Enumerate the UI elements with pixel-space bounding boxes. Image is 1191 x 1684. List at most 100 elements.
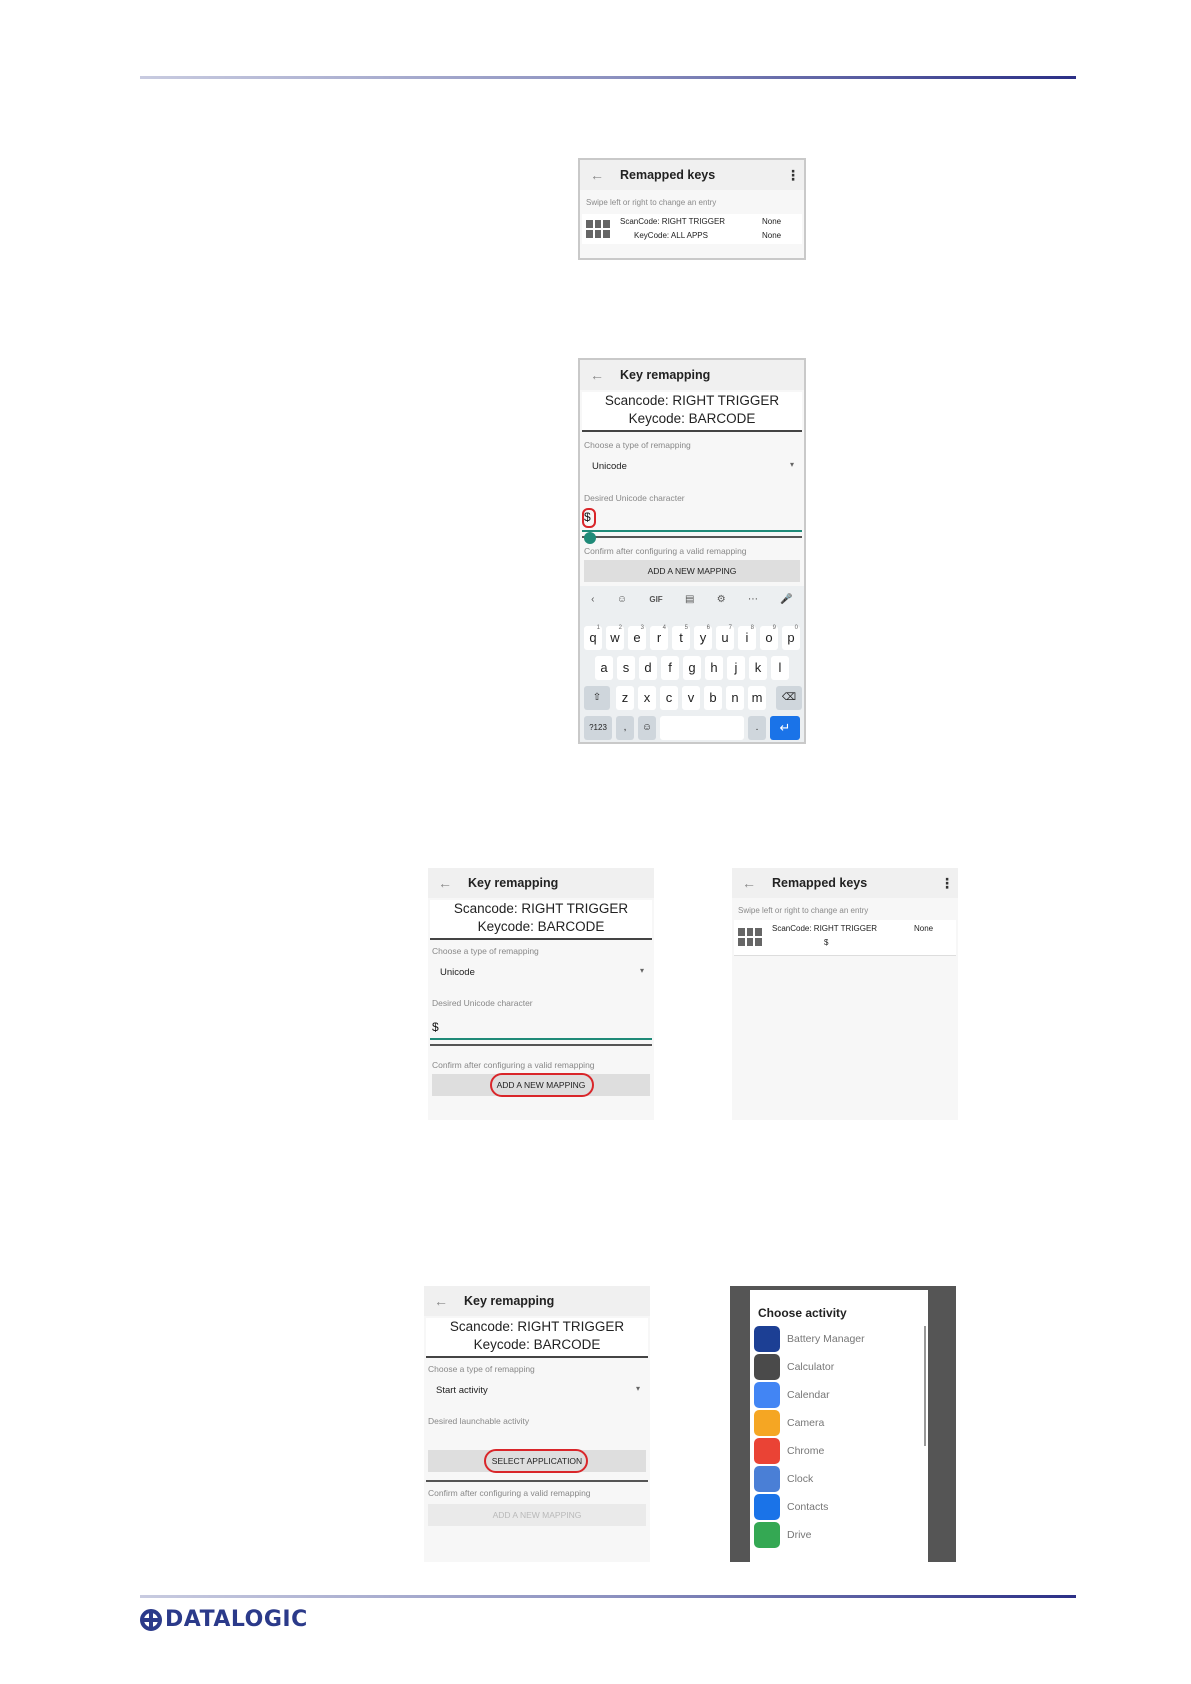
key-x[interactable]: x [638,686,656,710]
screen-title: Key remapping [620,368,711,382]
chrome-icon [754,1438,780,1464]
app-row[interactable]: Chrome [754,1438,824,1464]
key-h[interactable]: h [705,656,723,680]
space-key[interactable] [660,716,744,740]
remapped-entry[interactable]: ScanCode: RIGHT TRIGGER $ None [734,920,956,956]
overflow-menu-icon[interactable]: ⋮ [782,167,804,184]
screen-title: Remapped keys [772,876,868,890]
key-k[interactable]: k [749,656,767,680]
dropdown-caret-icon: ▾ [789,460,794,469]
divider [426,1480,648,1482]
divider [582,536,802,538]
clipboard-icon[interactable]: ▤ [685,594,694,605]
app-row[interactable]: Camera [754,1410,824,1436]
overflow-menu-icon[interactable]: ⋮ [936,875,958,892]
back-arrow-icon[interactable]: ← [732,875,766,891]
key-t[interactable]: t5 [672,625,690,650]
entry-status: None [914,924,934,933]
key-w[interactable]: w2 [606,625,624,650]
confirm-label: Confirm after configuring a valid remapp… [432,1060,595,1070]
key-info-header: Scancode: RIGHT TRIGGER Keycode: BARCODE [426,1318,648,1358]
scrollbar[interactable] [924,1326,926,1446]
chevron-left-icon[interactable]: ‹ [591,594,594,605]
back-arrow-icon[interactable]: ← [424,1293,458,1309]
app-bar: ← Remapped keys ⋮ [732,868,958,898]
unicode-char-label: Desired Unicode character [432,998,533,1008]
key-q[interactable]: q1 [584,625,602,650]
key-number-hint: 4 [662,625,666,631]
key-info-header: Scancode: RIGHT TRIGGER Keycode: BARCODE [430,900,652,940]
screen-title: Key remapping [464,1294,555,1308]
soft-keyboard: ‹ ☺ GIF ▤ ⚙ ⋯ 🎤 q1w2e3r4t5y6u7i8o9p0 asd… [580,586,804,742]
remapped-keys-result-screenshot: ← Remapped keys ⋮ Swipe left or right to… [732,868,958,1120]
key-n[interactable]: n [726,686,744,710]
calculator-icon [754,1354,780,1380]
more-icon[interactable]: ⋯ [748,594,758,605]
app-name: Calendar [787,1389,830,1401]
key-z[interactable]: z [616,686,634,710]
highlight-ring [484,1449,588,1473]
activity-label: Desired launchable activity [428,1416,530,1426]
key-a[interactable]: a [595,656,613,680]
key-m[interactable]: m [748,686,766,710]
app-name: Battery Manager [787,1333,865,1345]
key-p[interactable]: p0 [782,625,800,650]
key-number-hint: 2 [618,625,622,631]
symbols-key[interactable]: ?123 [584,716,612,740]
key-i[interactable]: i8 [738,625,756,650]
emoji-key[interactable]: ☺ [638,716,656,740]
app-row[interactable]: Calendar [754,1382,830,1408]
unicode-char-input[interactable]: $ [432,1020,439,1034]
key-y[interactable]: y6 [694,625,712,650]
app-bar: ← Key remapping [424,1286,650,1316]
scancode-label: Scancode: RIGHT TRIGGER [453,901,629,916]
key-r[interactable]: r4 [650,625,668,650]
key-b[interactable]: b [704,686,722,710]
key-e[interactable]: e3 [628,625,646,650]
microphone-icon[interactable]: 🎤 [780,594,792,605]
key-s[interactable]: s [617,656,635,680]
period-key[interactable]: . [748,716,766,740]
remap-type-dropdown[interactable]: Start activity ▾ [428,1380,646,1402]
app-name: Calculator [787,1361,835,1373]
shift-key[interactable]: ⇧ [584,686,610,710]
app-name: Contacts [787,1501,829,1513]
key-c[interactable]: c [660,686,678,710]
enter-key[interactable]: ↵ [770,716,800,740]
back-arrow-icon[interactable]: ← [428,875,462,891]
remap-type-dropdown[interactable]: Unicode ▾ [584,456,800,478]
back-arrow-icon[interactable]: ← [580,167,614,183]
choose-activity-dialog: Choose activity Battery Manager Calculato… [750,1290,928,1562]
key-o[interactable]: o9 [760,625,778,650]
back-arrow-icon[interactable]: ← [580,367,614,383]
add-mapping-button[interactable]: ADD A NEW MAPPING [584,560,800,582]
remap-type-dropdown[interactable]: Unicode ▾ [432,962,650,984]
key-f[interactable]: f [661,656,679,680]
comma-key[interactable]: , [616,716,634,740]
app-row[interactable]: Clock [754,1466,813,1492]
text-cursor-handle[interactable] [584,532,596,544]
footer-rule [140,1595,1076,1598]
gif-button[interactable]: GIF [649,595,662,604]
key-u[interactable]: u7 [716,625,734,650]
drive-icon [754,1522,780,1548]
key-d[interactable]: d [639,656,657,680]
keycode-label: Keycode: BARCODE [628,411,756,426]
key-number-hint: 6 [706,625,710,631]
key-l[interactable]: l [771,656,789,680]
remapped-entry[interactable]: ScanCode: RIGHT TRIGGER KeyCode: ALL APP… [582,214,802,244]
key-v[interactable]: v [682,686,700,710]
key-j[interactable]: j [727,656,745,680]
app-row[interactable]: Calculator [754,1354,834,1380]
screen-title: Key remapping [468,876,559,890]
scancode-label: Scancode: RIGHT TRIGGER [604,393,780,408]
app-name: Clock [787,1473,814,1485]
unicode-char-label: Desired Unicode character [584,493,685,503]
app-row[interactable]: Battery Manager [754,1326,865,1352]
settings-gear-icon[interactable]: ⚙ [717,594,726,605]
app-row[interactable]: Drive [754,1522,812,1548]
app-row[interactable]: Contacts [754,1494,828,1520]
key-g[interactable]: g [683,656,701,680]
sticker-icon[interactable]: ☺ [617,594,627,605]
backspace-key[interactable]: ⌫ [776,686,802,710]
